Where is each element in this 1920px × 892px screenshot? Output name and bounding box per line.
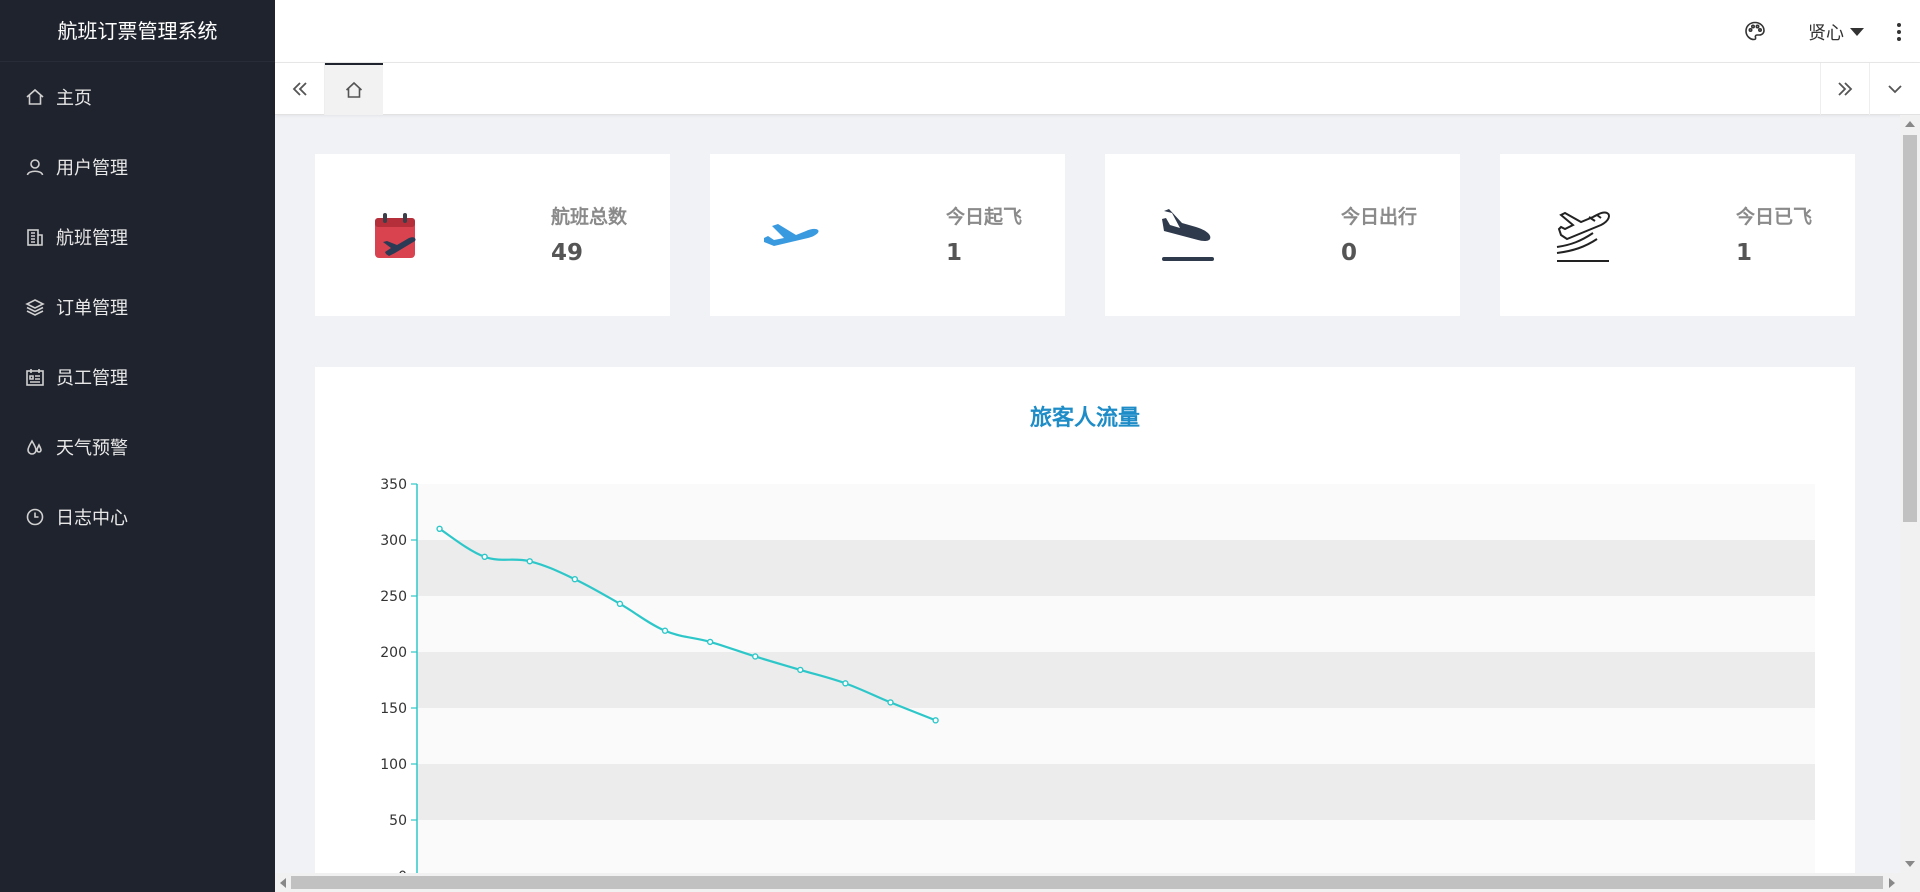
scroll-right-icon[interactable] (1889, 878, 1895, 888)
header-actions: 贤心 (1744, 0, 1902, 63)
sidebar-item-orders[interactable]: 订单管理 (0, 272, 275, 342)
user-name: 贤心 (1808, 22, 1844, 44)
tab-scroll-left-button[interactable] (275, 63, 325, 115)
plane-takeoff-icon (760, 204, 824, 268)
grid-band (417, 596, 1815, 652)
sidebar-item-label: 航班管理 (56, 228, 128, 249)
y-tick-label: 300 (380, 533, 407, 549)
data-point[interactable] (752, 653, 759, 660)
data-point[interactable] (887, 699, 894, 706)
data-point[interactable] (706, 638, 714, 646)
caret-down-icon (1850, 27, 1864, 36)
stat-card-today-flown: 今日已飞 1 (1500, 154, 1855, 316)
data-point[interactable] (842, 680, 849, 687)
grid-band (417, 820, 1815, 873)
tab-bar (275, 63, 1920, 115)
tab-home[interactable] (325, 63, 383, 115)
y-tick-label: 150 (380, 701, 407, 717)
drops-icon (24, 436, 46, 458)
y-tick-label: 350 (380, 477, 407, 493)
sidebar: 航班订票管理系统 主页 用户管理 航班管理 订单管理 员工管理 天气预警 日志中… (0, 0, 275, 892)
stat-title: 今日出行 (1341, 206, 1418, 228)
grid-band (417, 652, 1815, 708)
sidebar-item-users[interactable]: 用户管理 (0, 132, 275, 202)
palette-icon[interactable] (1744, 20, 1768, 44)
sidebar-item-logs[interactable]: 日志中心 (0, 482, 275, 552)
app-root: 航班订票管理系统 主页 用户管理 航班管理 订单管理 员工管理 天气预警 日志中… (0, 0, 1920, 892)
scrollbar-thumb[interactable] (1903, 135, 1917, 522)
home-icon (345, 81, 363, 98)
sidebar-item-staff[interactable]: 员工管理 (0, 342, 275, 412)
y-tick-label: 200 (380, 645, 407, 661)
plane-landing-icon (1155, 204, 1219, 268)
data-point[interactable] (481, 553, 488, 561)
y-tick-label: 250 (380, 589, 407, 605)
grid-band (417, 764, 1815, 820)
horizontal-scrollbar[interactable] (275, 873, 1920, 892)
sidebar-item-label: 主页 (56, 88, 92, 109)
data-point[interactable] (932, 717, 939, 724)
data-point[interactable] (436, 525, 443, 533)
clock-icon (24, 506, 46, 528)
building-icon (24, 226, 46, 248)
top-header: 贤心 (275, 0, 1920, 63)
user-icon (24, 156, 46, 178)
stat-card-today-travel: 今日出行 0 (1105, 154, 1460, 316)
grid-band (417, 540, 1815, 596)
scrollbar-thumb[interactable] (291, 876, 1883, 889)
sidebar-item-label: 日志中心 (56, 508, 128, 529)
sidebar-item-label: 订单管理 (56, 298, 128, 319)
data-point[interactable] (661, 627, 669, 634)
chevron-down-icon (1888, 85, 1902, 94)
double-chevron-left-icon (292, 82, 307, 96)
stat-title: 航班总数 (551, 206, 628, 228)
data-point[interactable] (616, 600, 624, 608)
stat-value: 1 (1736, 240, 1753, 266)
passenger-flow-chart: 旅客人流量 0501001502002503003501234567891011… (315, 367, 1855, 873)
sidebar-item-home[interactable]: 主页 (0, 62, 275, 132)
grid-band (417, 708, 1815, 764)
plane-departed-icon (1550, 204, 1614, 268)
y-tick-label: 100 (380, 757, 407, 773)
stat-cards: 航班总数 49 今日起飞 1 今日出行 0 今日已飞 1 (315, 154, 1855, 316)
data-point[interactable] (797, 666, 804, 674)
y-tick-label: 50 (389, 813, 407, 829)
data-point[interactable] (526, 558, 533, 565)
id-card-icon (24, 366, 46, 388)
sidebar-item-label: 用户管理 (56, 158, 128, 179)
more-vertical-icon[interactable] (1896, 22, 1902, 41)
double-chevron-right-icon (1838, 82, 1853, 96)
scroll-down-icon[interactable] (1905, 861, 1915, 867)
line-chart: 旅客人流量 0501001502002503003501234567891011… (380, 405, 1815, 873)
layers-icon (24, 296, 46, 318)
stat-value: 49 (551, 240, 584, 266)
scroll-up-icon[interactable] (1905, 121, 1915, 127)
tab-options-button[interactable] (1870, 63, 1920, 115)
sidebar-item-label: 员工管理 (56, 368, 128, 389)
home-icon (24, 86, 46, 108)
calendar-plane-icon (365, 204, 429, 268)
stat-card-total-flights: 航班总数 49 (315, 154, 670, 316)
tab-scroll-right-button[interactable] (1820, 63, 1870, 115)
vertical-scrollbar[interactable] (1900, 115, 1920, 873)
sidebar-item-weather[interactable]: 天气预警 (0, 412, 275, 482)
data-point[interactable] (571, 575, 579, 583)
stat-title: 今日起飞 (946, 206, 1023, 228)
sidebar-item-label: 天气预警 (56, 438, 128, 459)
grid-band (417, 484, 1815, 540)
chart-title: 旅客人流量 (1030, 405, 1140, 431)
scroll-left-icon[interactable] (280, 878, 286, 888)
sidebar-item-flights[interactable]: 航班管理 (0, 202, 275, 272)
main-content: 航班总数 49 今日起飞 1 今日出行 0 今日已飞 1 旅客人流量 50 10… (275, 115, 1900, 873)
stat-card-today-takeoff: 今日起飞 1 (710, 154, 1065, 316)
app-title: 航班订票管理系统 (0, 0, 275, 62)
user-menu[interactable]: 贤心 (1808, 19, 1864, 45)
stat-value: 1 (946, 240, 963, 266)
stat-title: 今日已飞 (1736, 206, 1813, 228)
stat-value: 0 (1341, 240, 1358, 266)
